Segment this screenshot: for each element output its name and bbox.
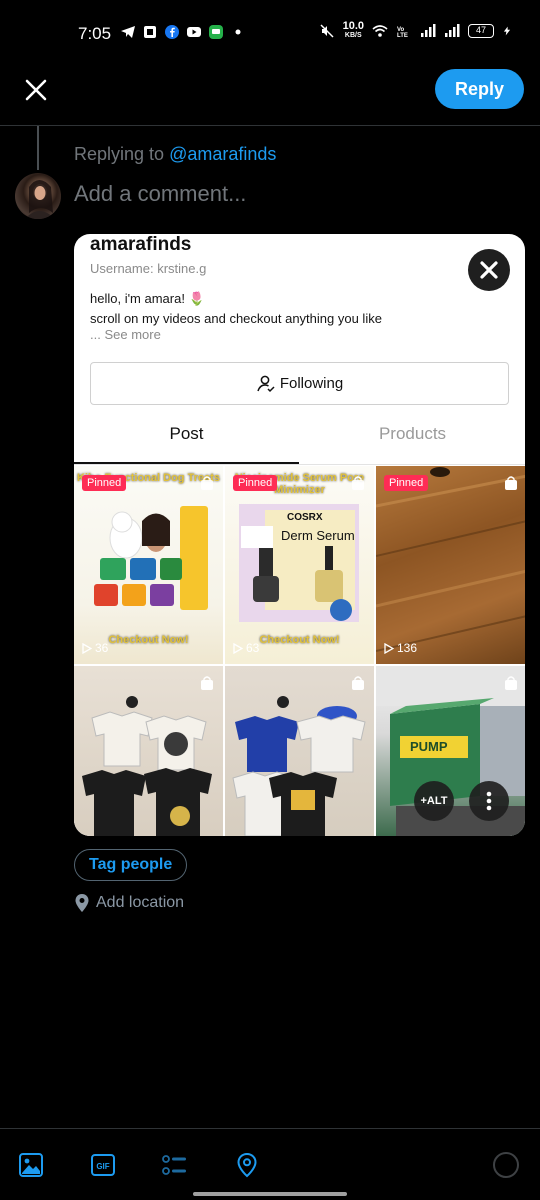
card-bio-line-2: scroll on my videos and checkout anythin… <box>90 311 382 326</box>
shopping-bag-icon <box>352 676 364 690</box>
add-location-label: Add location <box>96 894 185 911</box>
avatar[interactable] <box>15 173 61 219</box>
view-count: 136 <box>384 641 417 655</box>
app-notification-icon <box>144 26 156 38</box>
post-tile <box>74 666 223 836</box>
shopping-bag-icon <box>505 676 517 690</box>
tag-people-button[interactable]: Tag people <box>74 849 188 881</box>
replying-to-handle[interactable]: @amarafinds <box>169 144 276 164</box>
replying-to: Replying to @amarafinds <box>74 144 276 165</box>
following-button: Following <box>90 362 509 405</box>
location-pin-icon <box>75 894 89 912</box>
tab-divider <box>74 464 525 465</box>
shopping-bag-icon <box>201 476 213 490</box>
svg-text:GIF: GIF <box>96 1162 109 1171</box>
view-count: 63 <box>233 641 259 655</box>
remove-media-button[interactable] <box>468 249 510 291</box>
close-icon <box>480 261 498 279</box>
telegram-icon <box>121 26 135 38</box>
more-notifications-dot-icon <box>235 29 241 35</box>
following-label: Following <box>279 375 344 392</box>
user-check-icon <box>257 375 275 392</box>
tshirts-image <box>82 696 212 836</box>
replying-to-prefix: Replying to <box>74 144 170 164</box>
post-grid: Kibo Functional Dog Treats Checkout Now!… <box>74 466 525 836</box>
notification-icons <box>120 24 246 40</box>
post-tile: Pinned 136 <box>376 466 525 664</box>
pinned-badge: Pinned <box>233 475 278 491</box>
add-location-button[interactable]: Add location <box>74 893 184 913</box>
network-speed-unit: KB/S <box>344 32 362 39</box>
signal-icon-1 <box>421 24 436 37</box>
play-icon <box>82 642 92 654</box>
shopping-bag-icon <box>352 476 364 490</box>
location-icon[interactable] <box>234 1152 260 1178</box>
tshirts-image <box>232 696 366 836</box>
shopping-bag-icon <box>201 676 213 690</box>
card-display-name: amarafinds <box>90 234 192 255</box>
volte-icon: VoLTE <box>397 27 408 39</box>
play-icon <box>233 642 243 654</box>
view-count-value: 36 <box>95 641 109 655</box>
svg-text:LTE: LTE <box>397 33 408 39</box>
card-see-more: ... See more <box>90 327 161 342</box>
post-tile <box>225 666 374 836</box>
facebook-icon <box>165 25 179 39</box>
tile-brand: COSRX <box>287 512 323 523</box>
toolbar-divider <box>0 1128 540 1129</box>
status-time: 7:05 <box>78 24 112 43</box>
wood-table-image <box>376 467 525 652</box>
thread-line <box>37 126 39 170</box>
signal-icon-2 <box>445 24 460 37</box>
card-username: Username: krstine.g <box>90 261 207 276</box>
header-divider <box>0 125 540 126</box>
shopping-bag-icon <box>505 476 517 490</box>
poll-icon[interactable] <box>162 1152 188 1178</box>
media-more-options-button[interactable] <box>469 781 509 821</box>
tile-product: Derm Serum <box>281 528 355 543</box>
battery-indicator: 47 <box>468 24 494 38</box>
view-count-value: 136 <box>397 641 418 655</box>
tile-product: PUMP <box>410 739 448 754</box>
image-icon[interactable] <box>18 1152 44 1178</box>
status-bar: 7:05 10.0 KB/S Vo LTE 47 <box>0 0 540 66</box>
home-indicator[interactable] <box>193 1192 347 1196</box>
add-alt-text-button[interactable]: +ALT <box>414 781 454 821</box>
messages-icon <box>209 25 223 39</box>
gif-icon[interactable]: GIF <box>90 1152 116 1178</box>
charging-icon <box>503 26 511 36</box>
tab-products: Products <box>378 424 447 443</box>
mute-icon <box>320 24 334 38</box>
post-tile: Niacinamide Serum Pore Minimizer COSRX D… <box>225 466 374 664</box>
character-count-ring <box>493 1152 519 1178</box>
network-speed: 10.0 KB/S <box>342 20 364 40</box>
avatar-image <box>25 180 55 219</box>
more-vertical-icon <box>486 791 492 811</box>
attached-media-card: amarafinds Username: krstine.g hello, i'… <box>74 234 525 836</box>
post-tile: Kibo Functional Dog Treats Checkout Now!… <box>74 466 223 664</box>
close-icon[interactable] <box>20 74 52 106</box>
system-status: 10.0 KB/S Vo LTE 47 <box>319 20 512 40</box>
reply-button[interactable]: Reply <box>435 69 524 109</box>
pinned-badge: Pinned <box>82 475 127 491</box>
network-speed-value: 10.0 <box>342 20 364 32</box>
view-count-value: 63 <box>246 641 260 655</box>
card-bio-line-1: hello, i'm amara! 🌷 <box>90 291 205 306</box>
pinned-badge: Pinned <box>384 475 429 491</box>
wifi-icon <box>372 25 388 37</box>
view-count: 36 <box>82 641 108 655</box>
play-icon <box>384 642 394 654</box>
tab-post: Post <box>74 424 299 464</box>
youtube-icon <box>187 27 201 37</box>
comment-input[interactable] <box>74 181 494 207</box>
